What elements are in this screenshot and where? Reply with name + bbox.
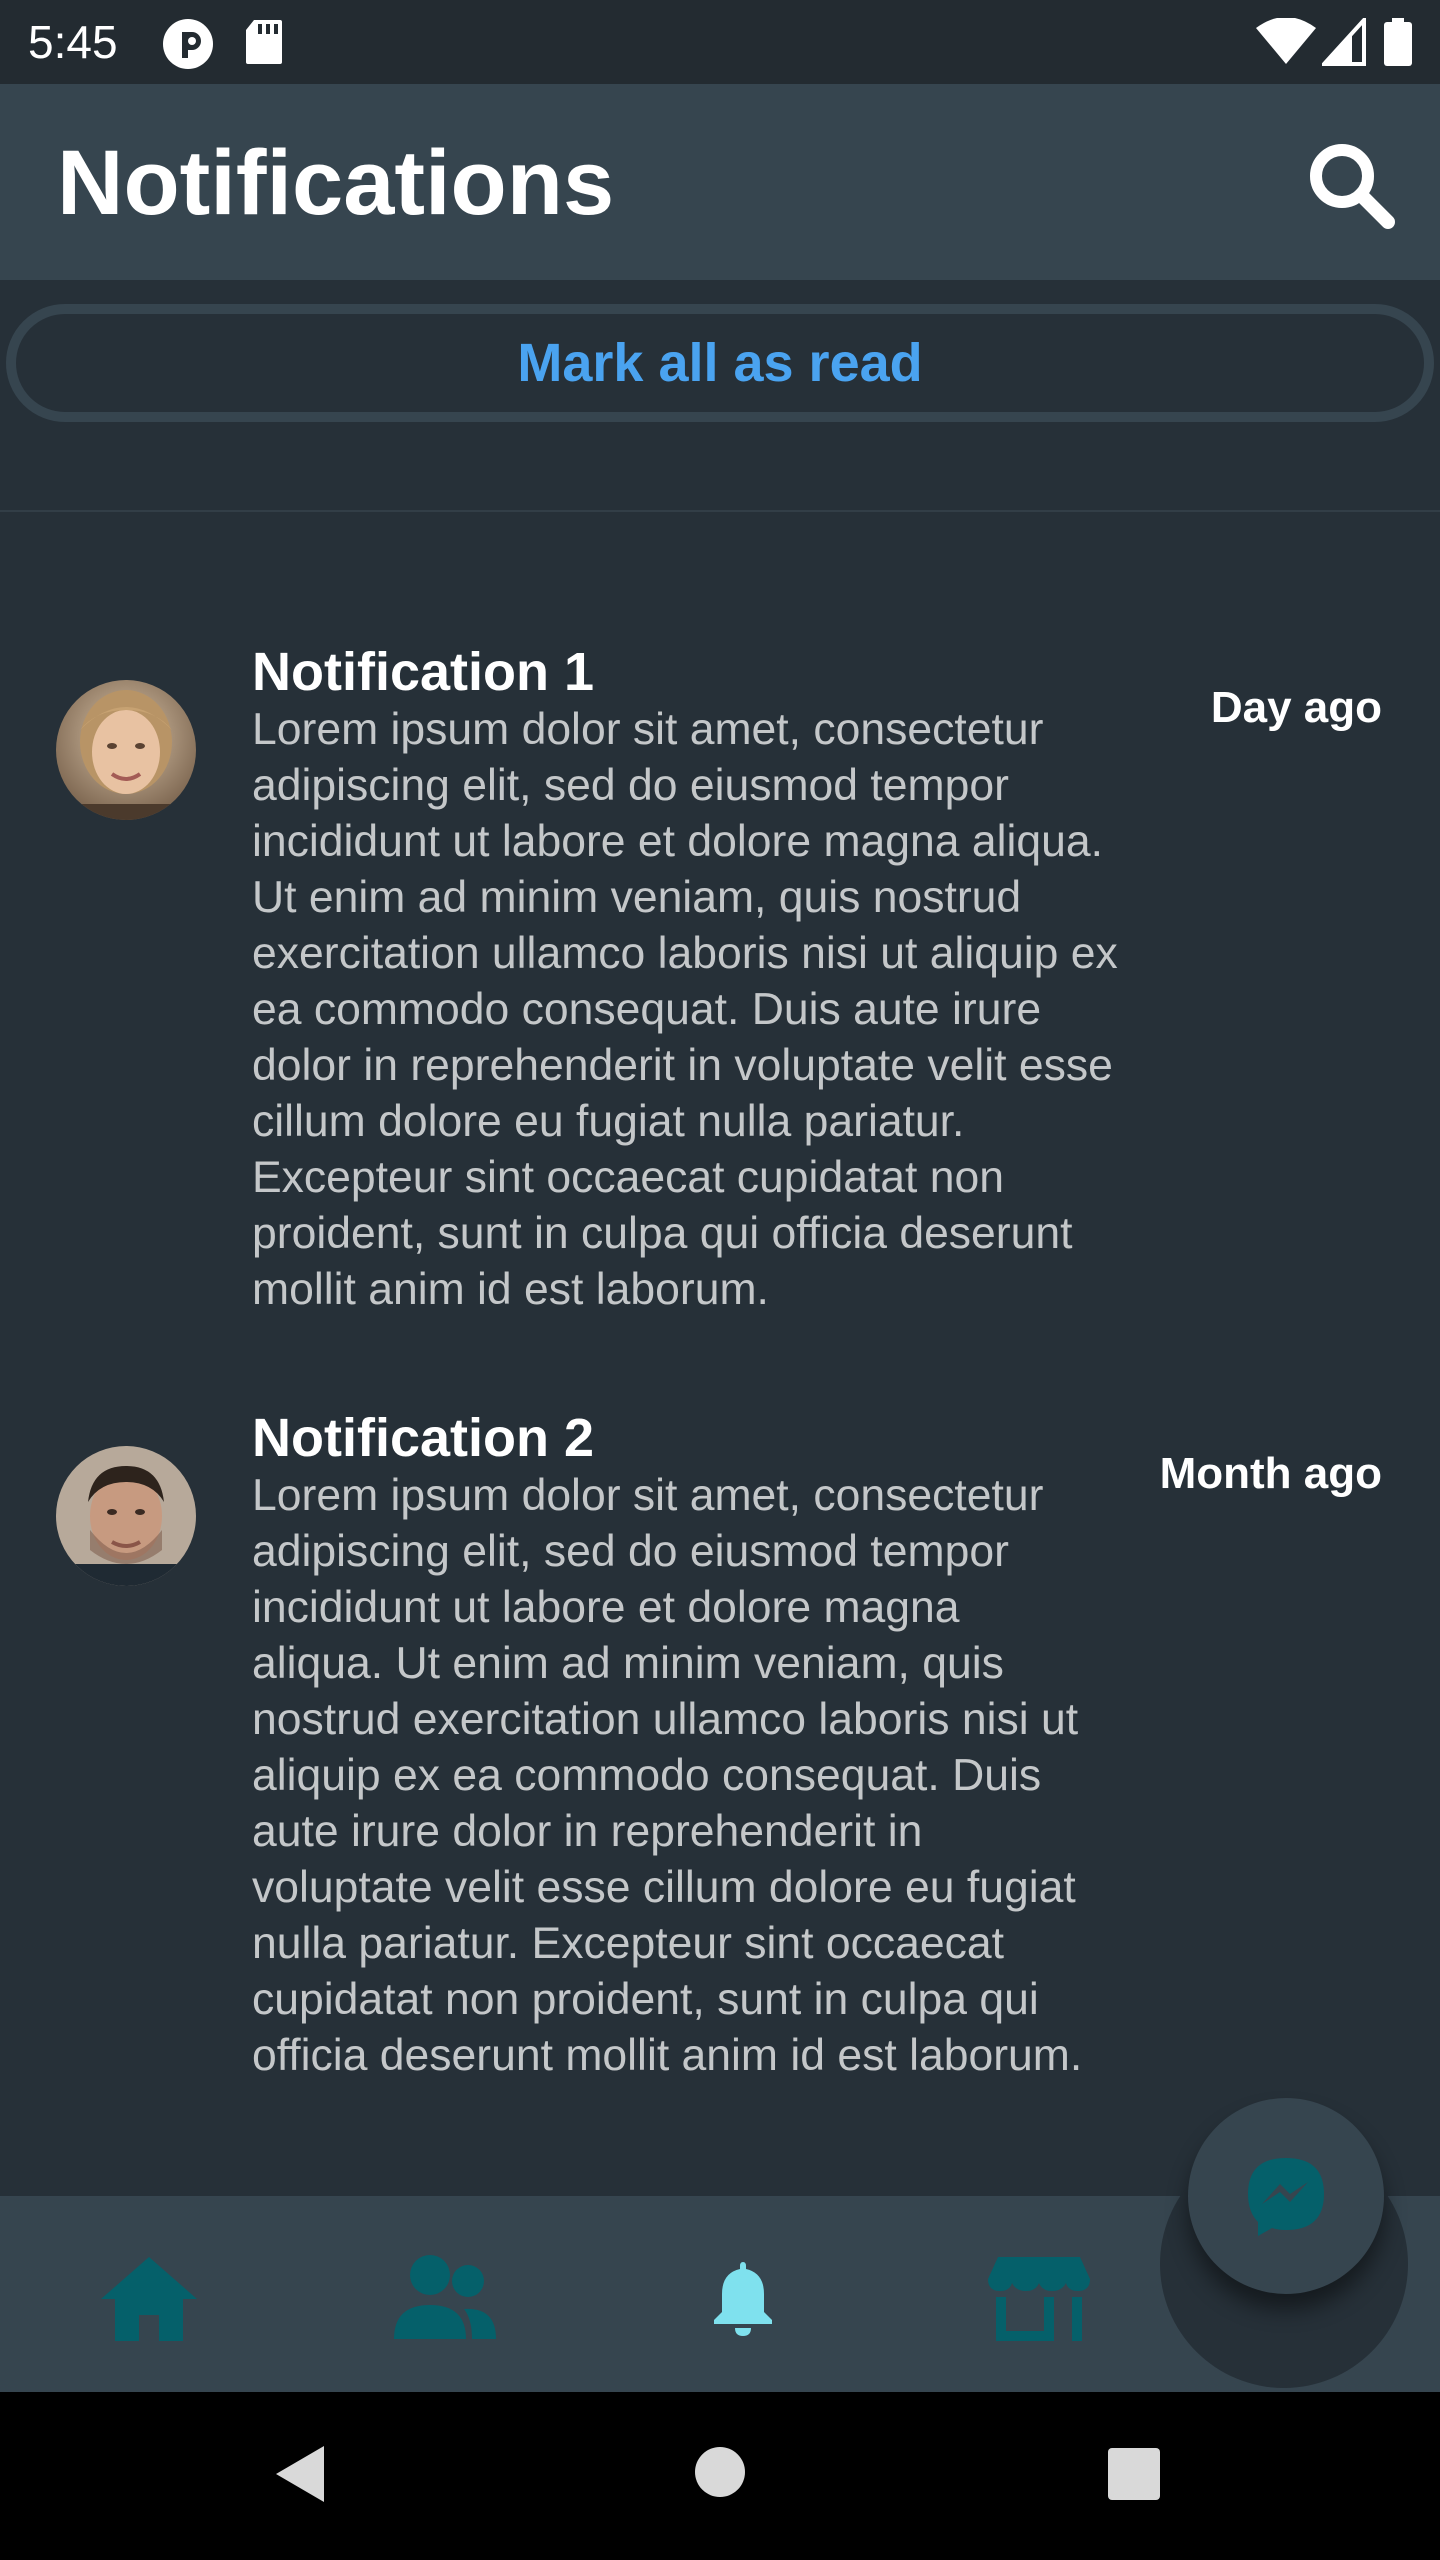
notification-title: Notification 2 (252, 1408, 595, 1468)
friends-icon (394, 2255, 496, 2339)
pocket-casts-icon (162, 18, 214, 75)
store-icon (988, 2257, 1090, 2341)
nav-store[interactable] (984, 2248, 1094, 2348)
battery-icon (1384, 18, 1412, 71)
notification-body: Lorem ipsum dolor sit amet, consectetur … (252, 705, 1118, 1314)
notification-time: Day ago (1210, 683, 1382, 732)
app-bar: Notifications (0, 84, 1440, 280)
home-icon (101, 2257, 197, 2341)
recents-icon (1108, 2448, 1160, 2500)
mark-all-read-container: Mark all as read (0, 298, 1440, 428)
search-icon (1310, 144, 1395, 229)
system-recents-button[interactable] (1108, 2448, 1160, 2505)
avatar (56, 680, 196, 820)
wifi-icon (1256, 17, 1316, 71)
search-button[interactable] (1300, 134, 1400, 234)
home-circle-icon (695, 2447, 745, 2497)
system-back-button[interactable] (272, 2444, 328, 2509)
notification-body: Lorem ipsum dolor sit amet, consectetur … (252, 1471, 1083, 2080)
nav-friends[interactable] (390, 2248, 500, 2348)
notification-time: Month ago (1159, 1449, 1382, 1498)
nav-home[interactable] (94, 2248, 204, 2348)
status-time: 5:45 (28, 16, 118, 68)
notification-title: Notification 1 (252, 642, 595, 702)
bell-icon (714, 2262, 772, 2336)
system-navigation-bar (0, 2392, 1440, 2560)
back-icon (276, 2446, 324, 2502)
notification-item[interactable]: Notification 2 Lorem ipsum dolor sit ame… (0, 1406, 1440, 2196)
messenger-icon (1248, 2158, 1324, 2236)
system-home-button[interactable] (694, 2446, 746, 2503)
mark-all-read-button[interactable]: Mark all as read (6, 304, 1434, 422)
status-bar: 5:45 (0, 0, 1440, 84)
page-title: Notifications (57, 132, 615, 234)
nav-notifications[interactable] (688, 2248, 798, 2348)
avatar (56, 1446, 196, 1586)
sd-card-icon (244, 18, 284, 71)
cell-signal-icon (1319, 14, 1366, 71)
messenger-button[interactable] (1188, 2098, 1384, 2294)
divider (0, 510, 1440, 512)
notification-item[interactable]: Notification 1 Lorem ipsum dolor sit ame… (0, 640, 1440, 1380)
